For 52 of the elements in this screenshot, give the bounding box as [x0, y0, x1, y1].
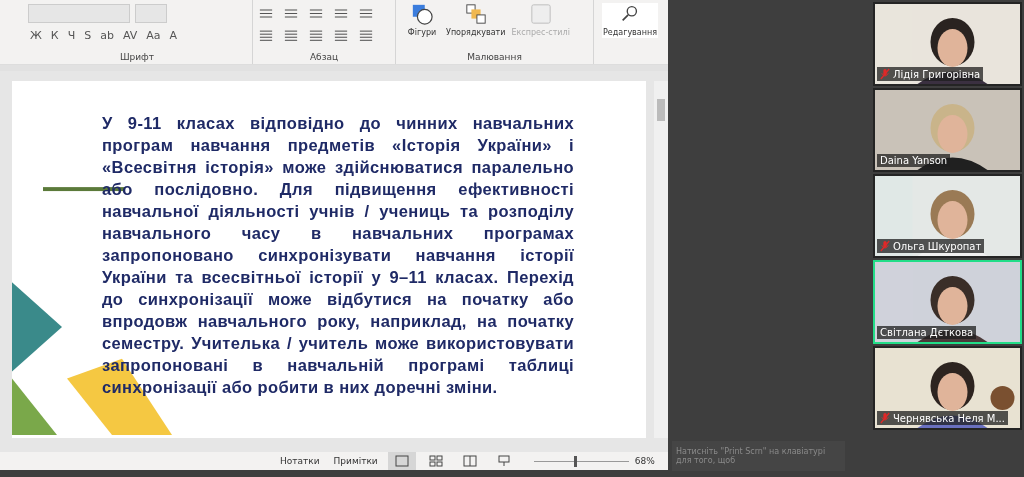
align-icon[interactable]: [259, 29, 273, 41]
font-name-field[interactable]: [28, 3, 130, 23]
styles-icon: [529, 3, 552, 25]
group-label: Шрифт: [118, 52, 156, 64]
comments-button[interactable]: Примітки: [329, 456, 382, 466]
view-icon: [428, 455, 443, 467]
format-button[interactable]: AV: [120, 28, 140, 42]
participant-name: Daina Yanson: [877, 154, 951, 167]
list-icon[interactable]: [359, 7, 373, 19]
align-icon[interactable]: [334, 29, 348, 41]
view-button[interactable]: [387, 452, 416, 470]
ribbon-button[interactable]: Упорядкувати: [444, 3, 508, 38]
muted-mic-icon: [880, 68, 890, 80]
list-icon[interactable]: [334, 7, 348, 19]
format-button[interactable]: A: [167, 28, 180, 42]
shapes-icon: [411, 3, 433, 25]
zoom-handle[interactable]: [573, 455, 577, 467]
format-button[interactable]: ab: [98, 28, 116, 42]
format-button[interactable]: Ч: [65, 28, 78, 42]
video-tile[interactable]: Світлана Дєткова: [873, 260, 1022, 344]
scrollbar[interactable]: [654, 81, 668, 438]
participant-name: Ольга Шкуропат: [877, 239, 985, 253]
format-button[interactable]: Aa: [144, 28, 163, 42]
view-icon: [496, 455, 511, 467]
video-tile[interactable]: Daina Yanson: [873, 88, 1022, 172]
muted-mic-icon: [880, 240, 890, 252]
participant-name: Чернявська Неля М...: [877, 411, 1008, 425]
arrange-icon: [464, 3, 487, 25]
list-icon[interactable]: [309, 7, 323, 19]
format-button[interactable]: К: [48, 28, 61, 42]
list-icon[interactable]: [259, 7, 273, 19]
align-icon[interactable]: [284, 29, 298, 41]
format-button[interactable]: S: [82, 28, 94, 42]
video-tile[interactable]: Ольга Шкуропат: [873, 174, 1022, 258]
video-tile[interactable]: Чернявська Неля М...: [873, 346, 1022, 430]
muted-mic-icon: [880, 412, 890, 424]
font-size-field[interactable]: [135, 3, 167, 23]
list-icon[interactable]: [284, 7, 298, 19]
align-icon[interactable]: [359, 29, 373, 41]
zoom-level: 68%: [634, 456, 655, 466]
ribbon-button[interactable]: Фігури: [402, 3, 442, 38]
align-icon[interactable]: [309, 29, 323, 41]
participant-name: Світлана Дєткова: [877, 326, 977, 339]
participant-name: Лідія Григорівна: [877, 67, 984, 81]
group-label: Абзац: [308, 52, 340, 64]
notes-button[interactable]: Нотатки: [276, 456, 324, 466]
editing-button[interactable]: Редагування: [602, 3, 658, 38]
format-button[interactable]: Ж: [28, 28, 44, 42]
video-tile[interactable]: Лідія Григорівна: [873, 2, 1022, 86]
view-icon: [462, 455, 477, 467]
view-icon: [394, 455, 409, 467]
group-label: Малювання: [466, 52, 523, 64]
